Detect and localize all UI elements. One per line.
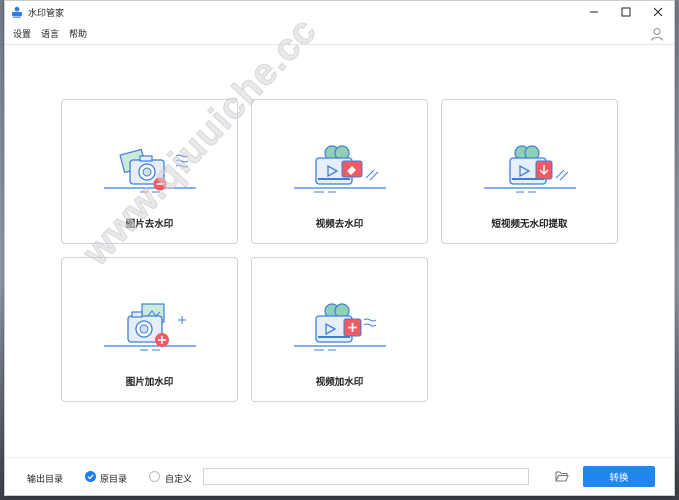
minimize-icon <box>590 11 598 13</box>
app-window: 水印管家 设置 语言 帮助 图片去水印 视频去水印 短视频无水印提取 图片加水印… <box>4 0 675 496</box>
menu-help[interactable]: 帮助 <box>69 25 87 42</box>
folder-open-icon[interactable] <box>555 469 569 483</box>
card-label: 短视频无水印提取 <box>491 219 568 230</box>
video-add-icon <box>294 303 386 351</box>
title-bar: 水印管家 <box>5 1 674 23</box>
feature-area: 图片去水印 视频去水印 短视频无水印提取 图片加水印 视频加水印 www.qiu… <box>5 9 674 457</box>
card-image-add-watermark[interactable]: 图片加水印 <box>61 257 238 402</box>
maximize-button[interactable] <box>610 1 642 23</box>
card-label: 视频加水印 <box>315 377 364 388</box>
card-label: 视频去水印 <box>315 219 364 230</box>
menu-bar: 设置 语言 帮助 <box>5 23 674 45</box>
footer-bar: 输出目录 原目录 自定义 转换 <box>5 457 674 495</box>
app-logo-icon <box>12 6 22 18</box>
card-label: 图片加水印 <box>125 377 174 388</box>
user-icon[interactable] <box>650 27 664 41</box>
output-path-input[interactable] <box>203 468 529 485</box>
radio-custom-dir[interactable] <box>149 471 160 482</box>
radio-original-dir[interactable] <box>85 471 96 482</box>
convert-button[interactable]: 转换 <box>583 466 655 487</box>
video-remove-icon <box>294 145 386 193</box>
camera-add-icon <box>104 303 196 351</box>
output-directory-label: 输出目录 <box>27 474 64 484</box>
window-controls <box>578 1 674 23</box>
close-icon <box>653 7 663 17</box>
card-short-video-extract[interactable]: 短视频无水印提取 <box>441 99 618 244</box>
radio-custom-label: 自定义 <box>165 474 193 484</box>
card-video-add-watermark[interactable]: 视频加水印 <box>251 257 428 402</box>
check-icon <box>87 474 94 480</box>
card-image-remove-watermark[interactable]: 图片去水印 <box>61 99 238 244</box>
card-video-remove-watermark[interactable]: 视频去水印 <box>251 99 428 244</box>
radio-original-label: 原目录 <box>100 474 128 484</box>
maximize-icon <box>621 7 631 17</box>
menu-settings[interactable]: 设置 <box>13 25 31 42</box>
camera-remove-icon <box>104 148 196 193</box>
video-extract-icon <box>484 145 576 193</box>
window-title: 水印管家 <box>28 7 65 18</box>
menu-language[interactable]: 语言 <box>41 25 59 42</box>
close-button[interactable] <box>642 1 674 23</box>
card-label: 图片去水印 <box>125 219 174 230</box>
minimize-button[interactable] <box>578 1 610 23</box>
